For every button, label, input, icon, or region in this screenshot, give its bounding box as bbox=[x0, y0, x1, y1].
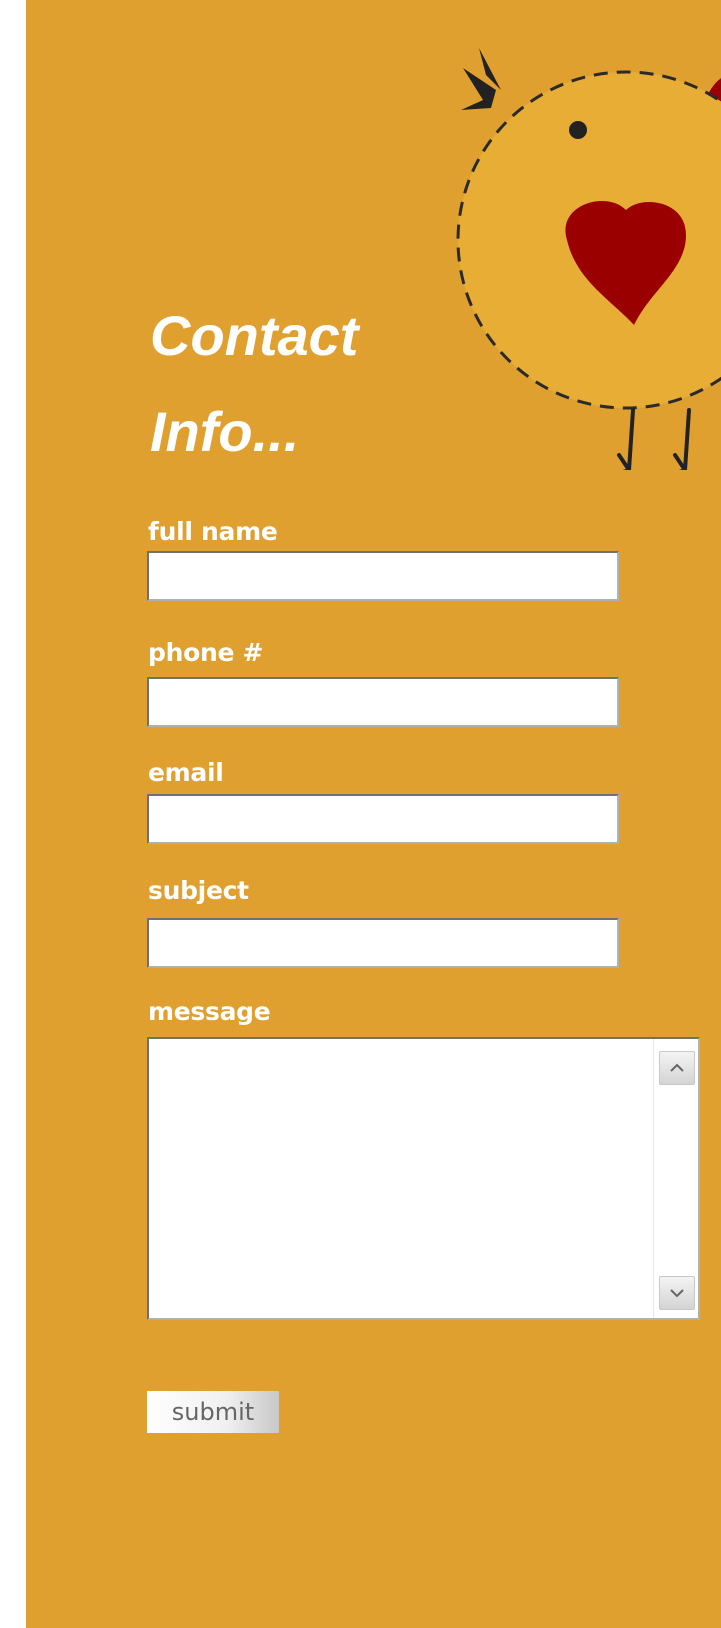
full-name-field[interactable] bbox=[147, 551, 619, 601]
phone-label: phone # bbox=[148, 638, 264, 667]
message-scrollbar[interactable] bbox=[653, 1039, 698, 1318]
scroll-up-button[interactable] bbox=[659, 1051, 695, 1085]
submit-button[interactable]: submit bbox=[147, 1391, 279, 1433]
scroll-down-button[interactable] bbox=[659, 1276, 695, 1310]
message-box bbox=[147, 1037, 700, 1320]
email-field[interactable] bbox=[147, 794, 619, 844]
subject-label: subject bbox=[148, 876, 249, 905]
message-textarea[interactable] bbox=[149, 1039, 657, 1318]
full-name-label: full name bbox=[148, 517, 278, 546]
contact-panel: Contact Info... full name phone # email … bbox=[26, 0, 721, 1628]
email-label: email bbox=[148, 758, 224, 787]
message-label: message bbox=[148, 997, 271, 1026]
subject-field[interactable] bbox=[147, 918, 619, 968]
phone-field[interactable] bbox=[147, 677, 619, 727]
title-line-1: Contact bbox=[150, 304, 359, 367]
page-title: Contact Info... bbox=[150, 288, 358, 480]
chevron-up-icon bbox=[670, 1063, 684, 1072]
title-line-2: Info... bbox=[150, 400, 300, 463]
chevron-down-icon bbox=[670, 1289, 684, 1298]
chick-icon bbox=[456, 48, 721, 470]
